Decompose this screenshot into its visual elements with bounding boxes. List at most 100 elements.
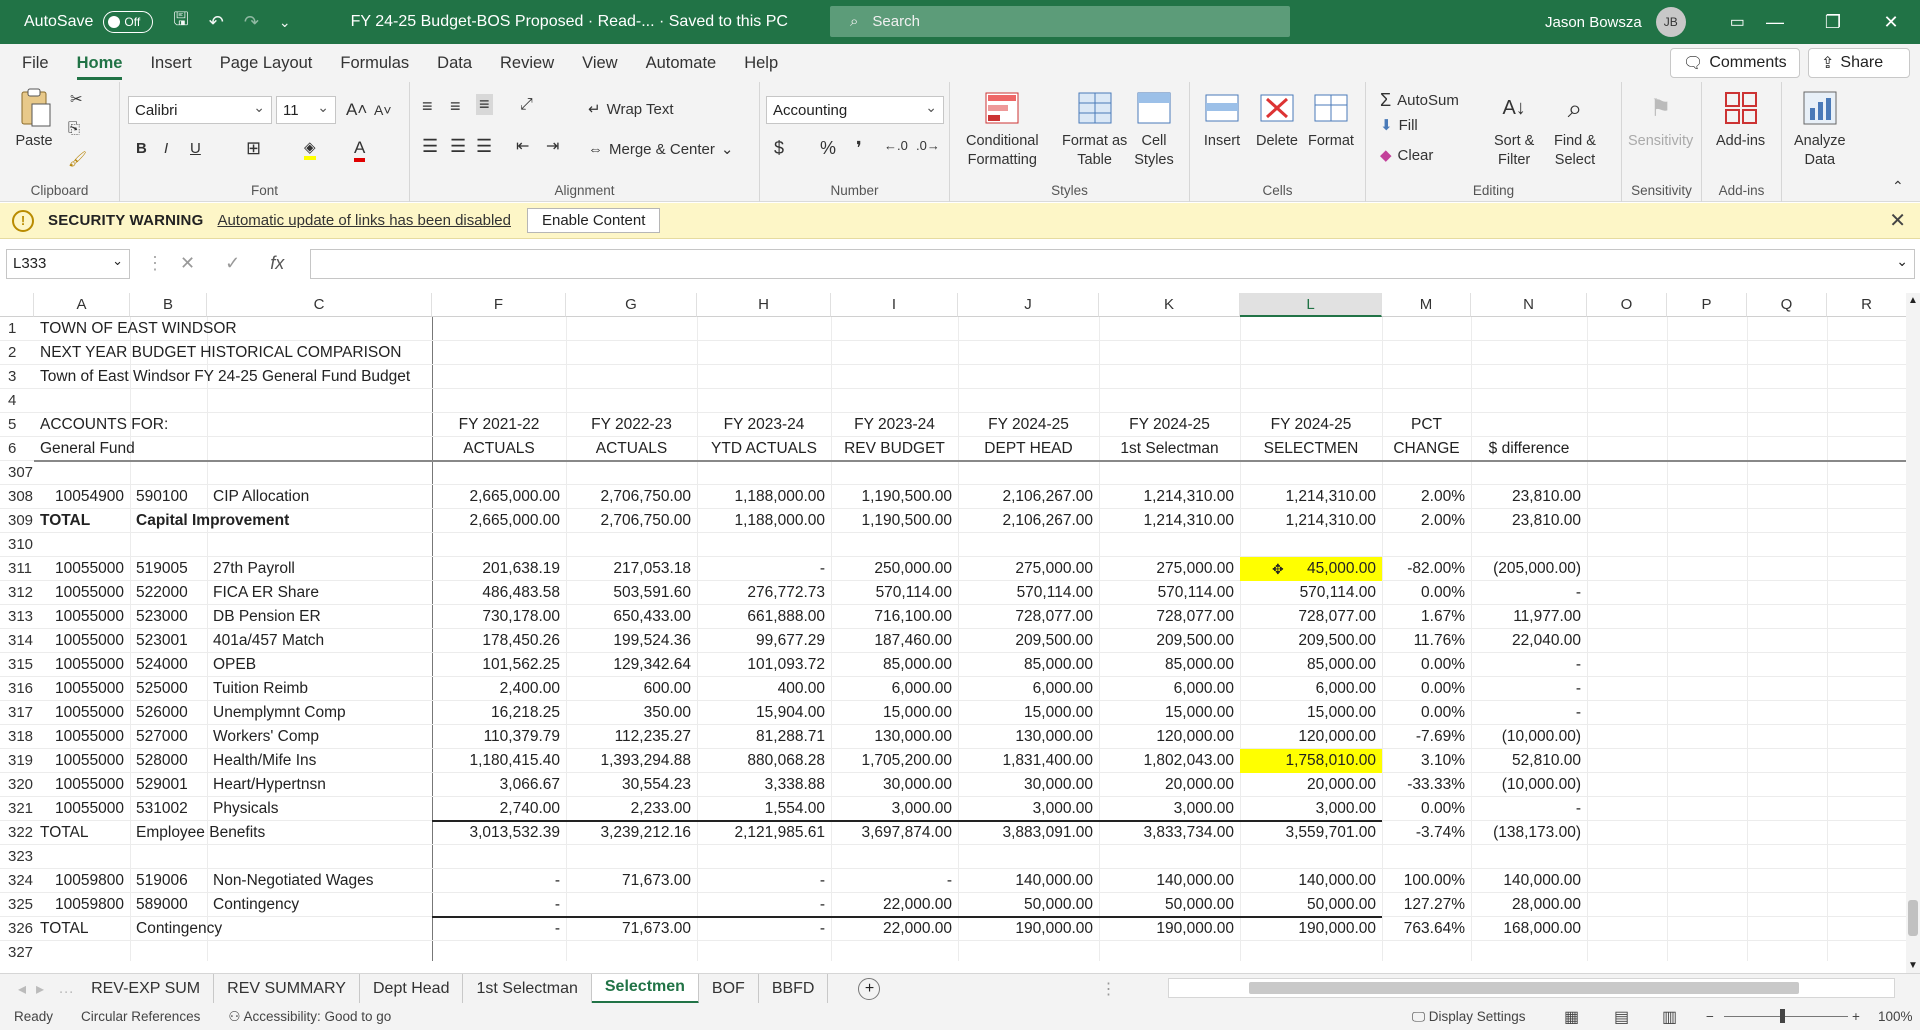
cell-m309[interactable]: 2.00% <box>1382 509 1471 533</box>
sheet-tab-bof[interactable]: BOF <box>699 973 759 1004</box>
cell-l318[interactable]: 120,000.00 <box>1240 725 1382 749</box>
cell-j324[interactable]: 140,000.00 <box>958 869 1099 893</box>
cell-l5[interactable]: FY 2024-25 <box>1240 413 1382 437</box>
document-title[interactable]: FY 24-25 Budget-BOS Proposed · Read-... … <box>351 13 788 31</box>
cell-c318[interactable]: Workers' Comp <box>207 725 325 749</box>
cell-f326[interactable]: - <box>432 917 566 941</box>
undo-icon[interactable]: ↶ <box>209 12 224 33</box>
row-header[interactable]: 313 <box>0 605 34 629</box>
collapse-ribbon-icon[interactable]: ⌃ <box>1892 178 1904 195</box>
borders-icon[interactable]: ⊞ <box>246 138 261 159</box>
column-header-p[interactable]: P <box>1667 293 1747 317</box>
cell-g5[interactable]: FY 2022-23 <box>566 413 697 437</box>
column-header-n[interactable]: N <box>1471 293 1587 317</box>
more-sheets-icon[interactable]: … <box>58 980 74 998</box>
comma-icon[interactable]: ❜ <box>856 138 862 159</box>
cell-k6[interactable]: 1st Selectman <box>1099 437 1240 461</box>
row-header[interactable]: 318 <box>0 725 34 749</box>
autosave-toggle[interactable]: Off <box>103 11 154 33</box>
cell-g325[interactable] <box>566 893 697 917</box>
cell-c320[interactable]: Heart/Hypertnsn <box>207 773 332 797</box>
column-header-r[interactable]: R <box>1827 293 1906 317</box>
cell-f5[interactable]: FY 2021-22 <box>432 413 566 437</box>
cell-g312[interactable]: 503,591.60 <box>566 581 697 605</box>
cell-n326[interactable]: 168,000.00 <box>1471 917 1587 941</box>
insert-cells-button[interactable]: Insert <box>1202 88 1242 151</box>
zoom-in-icon[interactable]: + <box>1852 1009 1860 1024</box>
cell-g314[interactable]: 199,524.36 <box>566 629 697 653</box>
row-header[interactable]: 322 <box>0 821 34 845</box>
cell-f314[interactable]: 178,450.26 <box>432 629 566 653</box>
cell-g324[interactable]: 71,673.00 <box>566 869 697 893</box>
cell-k318[interactable]: 120,000.00 <box>1099 725 1240 749</box>
cell-b325[interactable]: 589000 <box>130 893 207 917</box>
addins-button[interactable]: Add-ins <box>1716 88 1765 151</box>
align-right-icon[interactable]: ☰ <box>476 136 492 157</box>
scroll-thumb[interactable] <box>1908 900 1918 936</box>
cell-f311[interactable]: 201,638.19 <box>432 557 566 581</box>
cell-i6[interactable]: REV BUDGET <box>831 437 958 461</box>
row-header[interactable]: 323 <box>0 845 34 869</box>
cell-a316[interactable]: 10055000 <box>34 677 130 701</box>
cell-j313[interactable]: 728,077.00 <box>958 605 1099 629</box>
format-as-table-button[interactable]: Format as Table <box>1062 88 1127 170</box>
column-header-h[interactable]: H <box>697 293 831 317</box>
autosave-control[interactable]: AutoSave Off <box>24 11 154 33</box>
cell-g313[interactable]: 650,433.00 <box>566 605 697 629</box>
ribbon-display-icon[interactable]: ▭ <box>1730 12 1745 32</box>
restore-icon[interactable]: ❐ <box>1804 0 1862 44</box>
cell-i314[interactable]: 187,460.00 <box>831 629 958 653</box>
row-header[interactable]: 314 <box>0 629 34 653</box>
paste-button[interactable]: Paste <box>14 88 54 151</box>
cell-b319[interactable]: 528000 <box>130 749 207 773</box>
cell-h324[interactable]: - <box>697 869 831 893</box>
page-break-view-icon[interactable]: ▥ <box>1662 1007 1677 1027</box>
cell-a6[interactable]: General Fund <box>34 437 141 461</box>
cell-l317[interactable]: 15,000.00 <box>1240 701 1382 725</box>
increase-font-icon[interactable]: A˄ <box>346 100 367 120</box>
cell-g6[interactable]: ACTUALS <box>566 437 697 461</box>
cell-m326[interactable]: 763.64% <box>1382 917 1471 941</box>
row-header[interactable]: 2 <box>0 341 34 365</box>
cell-j6[interactable]: DEPT HEAD <box>958 437 1099 461</box>
cell-n319[interactable]: 52,810.00 <box>1471 749 1587 773</box>
cell-i318[interactable]: 130,000.00 <box>831 725 958 749</box>
cell-g317[interactable]: 350.00 <box>566 701 697 725</box>
align-middle-icon[interactable]: ≡ <box>450 96 461 117</box>
cell-f317[interactable]: 16,218.25 <box>432 701 566 725</box>
redo-icon[interactable]: ↷ <box>244 12 259 33</box>
row-header[interactable]: 310 <box>0 533 34 557</box>
cell-f324[interactable]: - <box>432 869 566 893</box>
cell-f321[interactable]: 2,740.00 <box>432 797 566 821</box>
cell-k314[interactable]: 209,500.00 <box>1099 629 1240 653</box>
cell-a322[interactable]: TOTAL <box>34 821 95 845</box>
cell-f318[interactable]: 110,379.79 <box>432 725 566 749</box>
comments-button[interactable]: 🗨 Comments <box>1670 48 1800 78</box>
cell-a319[interactable]: 10055000 <box>34 749 130 773</box>
close-icon[interactable]: ✕ <box>1889 208 1906 233</box>
cell-m312[interactable]: 0.00% <box>1382 581 1471 605</box>
cell-n324[interactable]: 140,000.00 <box>1471 869 1587 893</box>
cell-h318[interactable]: 81,288.71 <box>697 725 831 749</box>
cell-n6[interactable]: $ difference <box>1471 437 1587 461</box>
cell-a321[interactable]: 10055000 <box>34 797 130 821</box>
cell-a5[interactable]: ACCOUNTS FOR: <box>34 413 174 437</box>
cell-j318[interactable]: 130,000.00 <box>958 725 1099 749</box>
cell-n325[interactable]: 28,000.00 <box>1471 893 1587 917</box>
cell-h309[interactable]: 1,188,000.00 <box>697 509 831 533</box>
cell-h321[interactable]: 1,554.00 <box>697 797 831 821</box>
cell-j317[interactable]: 15,000.00 <box>958 701 1099 725</box>
spreadsheet-grid[interactable]: A B C F G H I J K L M N O P Q R 1 TOWN OF EAST WINDSOR 2 NE… <box>0 293 1906 961</box>
insert-function-icon[interactable]: fx <box>270 253 284 274</box>
add-sheet-icon[interactable]: + <box>858 977 881 1000</box>
cell-g315[interactable]: 129,342.64 <box>566 653 697 677</box>
cell-n321[interactable]: - <box>1471 797 1587 821</box>
cell-j312[interactable]: 570,114.00 <box>958 581 1099 605</box>
cell-f313[interactable]: 730,178.00 <box>432 605 566 629</box>
hscroll-thumb[interactable] <box>1249 982 1799 994</box>
autosum-button[interactable]: Σ AutoSum <box>1380 90 1459 111</box>
cell-i317[interactable]: 15,000.00 <box>831 701 958 725</box>
cell-g322[interactable]: 3,239,212.16 <box>566 821 697 845</box>
cell-c317[interactable]: Unemplymnt Comp <box>207 701 352 725</box>
cell-f312[interactable]: 486,483.58 <box>432 581 566 605</box>
